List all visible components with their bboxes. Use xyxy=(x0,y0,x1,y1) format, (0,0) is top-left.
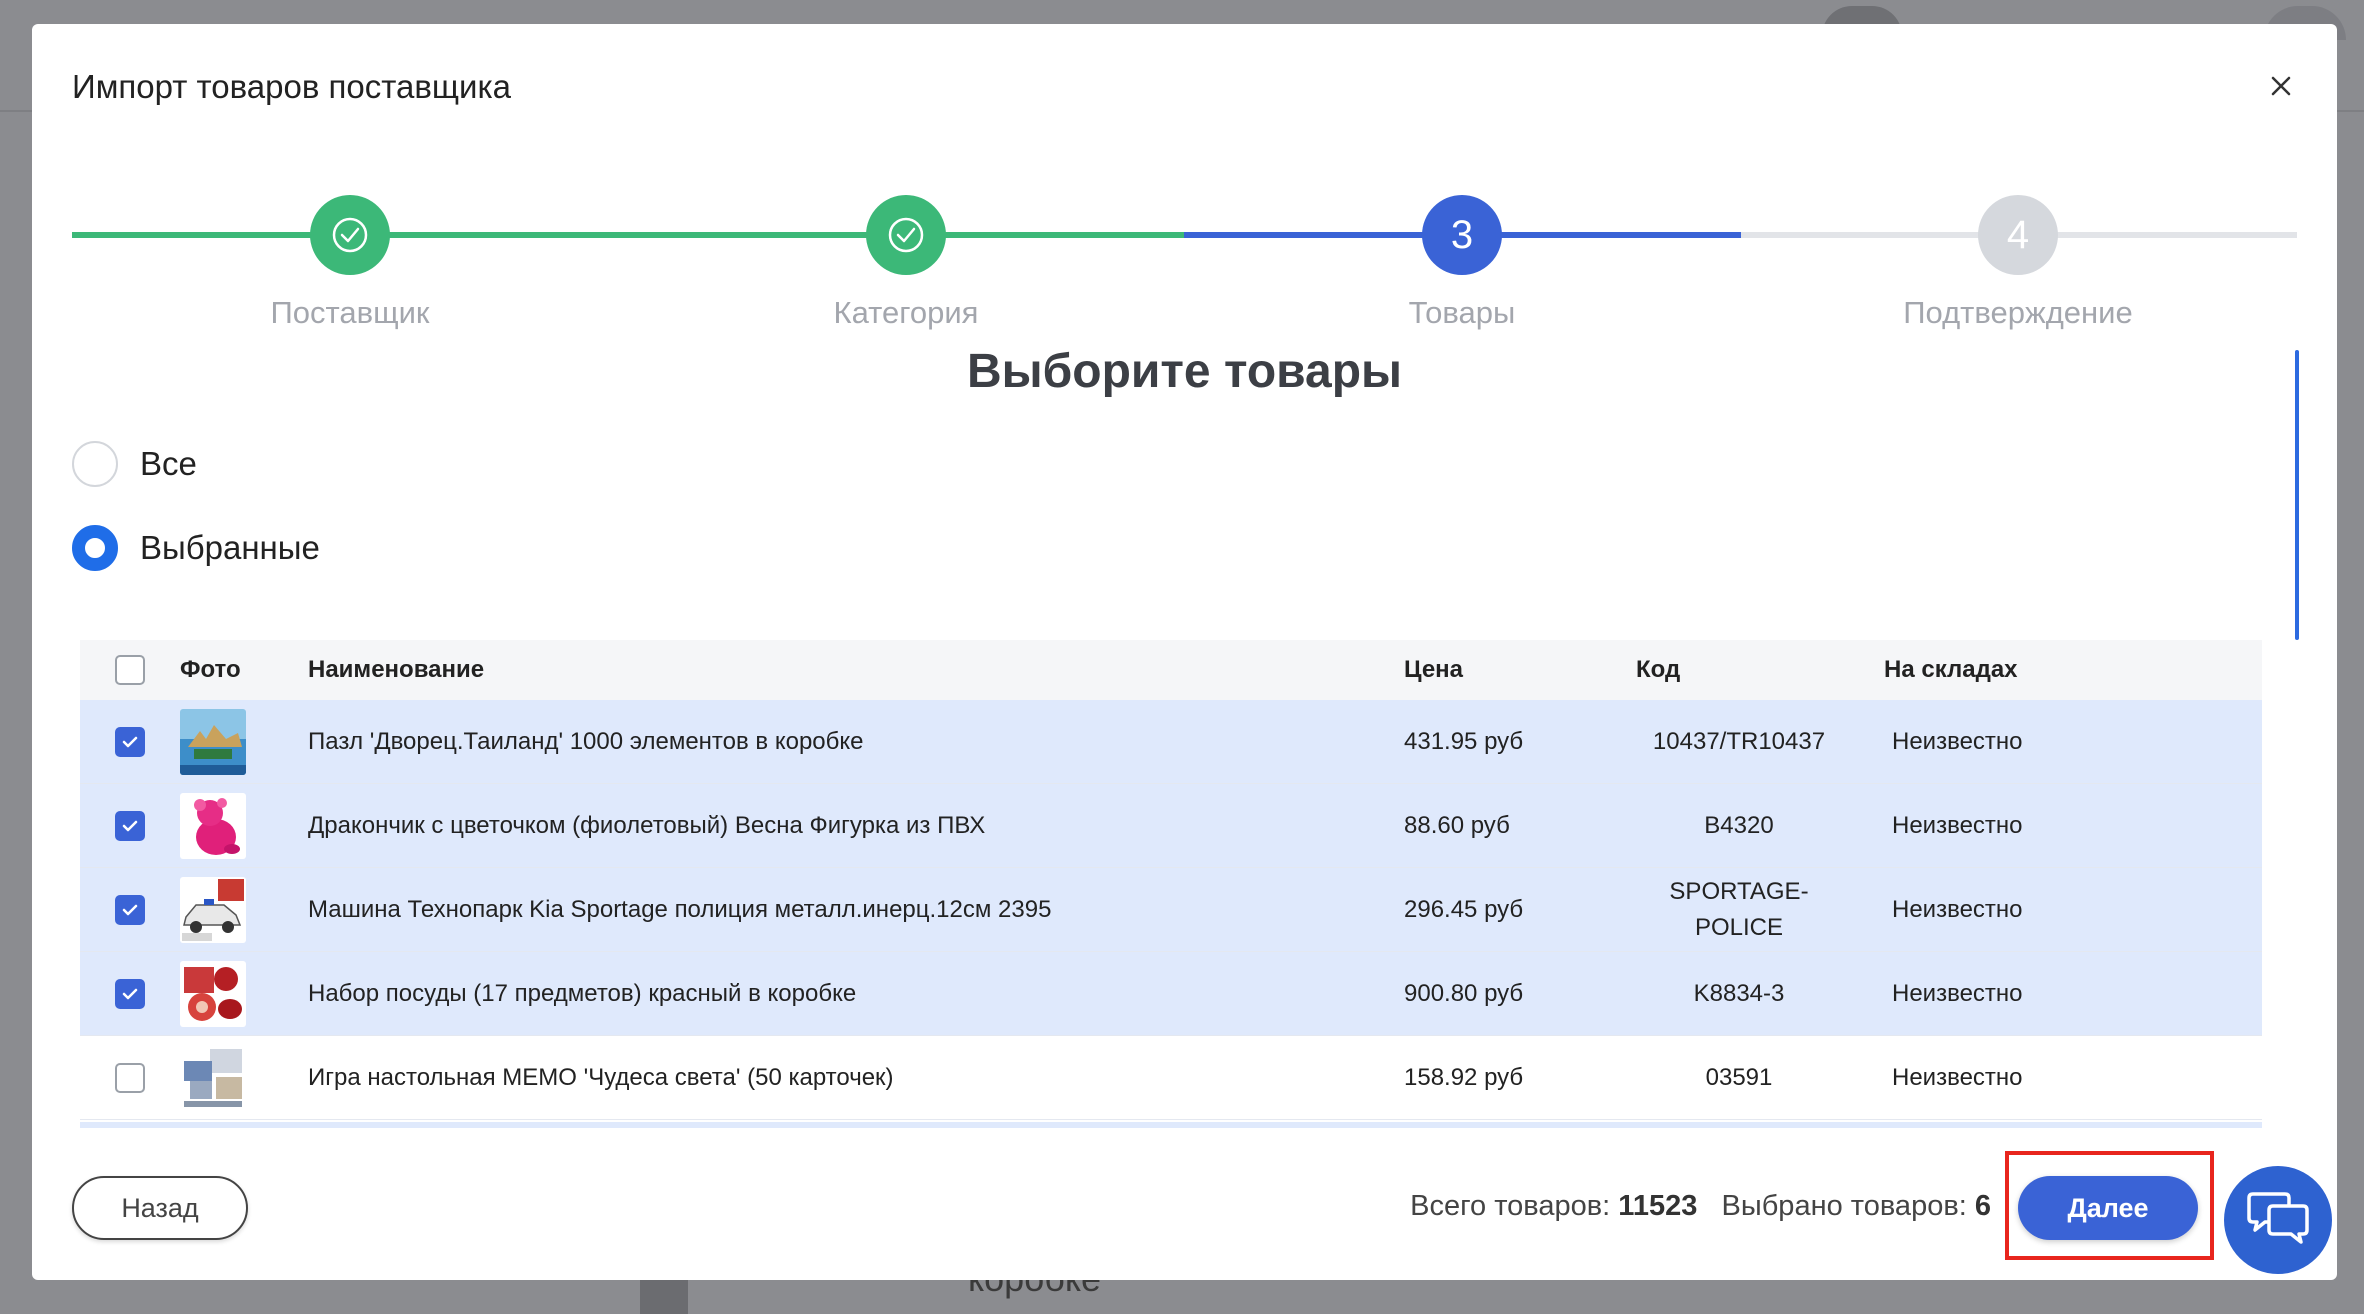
selected-count-value: 6 xyxy=(1974,1190,1991,1222)
puzzle-palace-photo xyxy=(180,708,246,775)
header-photo: Фото xyxy=(180,656,241,683)
step-done-circle xyxy=(310,195,390,275)
product-code: 10437/TR10437 xyxy=(1652,727,1826,755)
radio-selected[interactable]: Выбранные xyxy=(72,525,320,571)
radio-button[interactable] xyxy=(72,441,118,487)
header-code: Код xyxy=(1636,656,1681,683)
row-checkbox[interactable] xyxy=(115,810,145,841)
product-price: 158.92 руб xyxy=(1404,1063,1524,1091)
row-checkbox[interactable] xyxy=(115,726,145,757)
red-dish-set-photo xyxy=(180,960,246,1027)
highlight-box xyxy=(2005,1151,2214,1260)
checkmark-icon xyxy=(122,904,138,915)
selected-count-label: Выбрано товаров: xyxy=(1721,1190,1967,1222)
step-category: Категория xyxy=(706,170,1106,331)
check-circle-icon xyxy=(888,217,924,253)
product-name: Дракончик с цветочком (фиолетовый) Весна… xyxy=(308,811,986,839)
row-checkbox[interactable] xyxy=(115,1062,145,1093)
step-label: Поставщик xyxy=(270,295,430,330)
product-name: Набор посуды (17 предметов) красный в ко… xyxy=(308,979,857,1007)
product-code: B4320 xyxy=(1704,811,1774,839)
table-row[interactable]: Набор посуды (17 предметов) красный в ко… xyxy=(80,952,2262,1036)
chat-bubbles-icon xyxy=(2247,1192,2309,1244)
back-button[interactable]: Назад xyxy=(72,1176,248,1240)
step-confirmation: 4 Подтверждение xyxy=(1818,170,2218,331)
table-row[interactable]: Игра настольная МЕМО 'Чудеса света' (50 … xyxy=(80,1036,2262,1120)
table-row[interactable]: Машина Технопарк Kia Sportage полиция ме… xyxy=(80,868,2262,952)
products-table: Фото Наименование Цена Код На складах Па… xyxy=(80,640,2262,1120)
product-code: K8834-3 xyxy=(1693,979,1785,1007)
radio-button[interactable] xyxy=(72,525,118,571)
product-price: 900.80 руб xyxy=(1404,979,1524,1007)
checkmark-icon xyxy=(122,736,138,747)
total-value: 11523 xyxy=(1618,1190,1698,1222)
scrollbar[interactable] xyxy=(2295,350,2299,640)
step-done-circle xyxy=(866,195,946,275)
check-circle-icon xyxy=(332,217,368,253)
product-name: Пазл 'Дворец.Таиланд' 1000 элементов в к… xyxy=(308,727,864,755)
table-header: Фото Наименование Цена Код На складах xyxy=(80,640,2262,700)
police-car-toy-photo xyxy=(180,876,246,943)
step-supplier: Поставщик xyxy=(150,170,550,331)
import-modal: Импорт товаров поставщика Поставщик Кате… xyxy=(32,24,2337,1280)
product-stock: Неизвестно xyxy=(1892,811,2023,839)
total-label: Всего товаров: xyxy=(1410,1190,1611,1222)
product-stock: Неизвестно xyxy=(1892,895,2023,923)
row-checkbox[interactable] xyxy=(115,894,145,925)
close-icon xyxy=(2271,76,2291,96)
step-label: Товары xyxy=(1408,295,1516,330)
step-number: 3 xyxy=(1422,195,1502,275)
stepper: Поставщик Категория 3 Товары 4 Подтвержд… xyxy=(72,170,2297,330)
close-button[interactable] xyxy=(2261,66,2301,106)
background-image xyxy=(640,1278,688,1314)
product-name: Игра настольная МЕМО 'Чудеса света' (50 … xyxy=(308,1063,894,1091)
product-price: 431.95 руб xyxy=(1404,727,1524,755)
header-name: Наименование xyxy=(308,656,485,683)
product-stock: Неизвестно xyxy=(1892,1063,2023,1091)
step-label: Подтверждение xyxy=(1903,295,2133,330)
product-name: Машина Технопарк Kia Sportage полиция ме… xyxy=(308,895,1052,923)
radio-all[interactable]: Все xyxy=(72,441,197,487)
select-all-checkbox[interactable] xyxy=(115,655,145,685)
row-checkbox[interactable] xyxy=(115,978,145,1009)
product-stock: Неизвестно xyxy=(1892,979,2023,1007)
memo-cards-photo xyxy=(180,1044,246,1111)
step-label: Категория xyxy=(833,295,979,330)
checkmark-icon xyxy=(122,820,138,831)
product-price: 296.45 руб xyxy=(1404,895,1524,923)
header-price: Цена xyxy=(1404,656,1464,683)
table-row[interactable]: Пазл 'Дворец.Таиланд' 1000 элементов в к… xyxy=(80,700,2262,784)
product-code: 03591 xyxy=(1705,1063,1773,1091)
totals: Всего товаров: 11523 Выбрано товаров: 6 xyxy=(1410,1190,1991,1223)
radio-label: Все xyxy=(140,445,197,482)
checkmark-icon xyxy=(122,988,138,999)
step-number: 4 xyxy=(1978,195,2058,275)
header-stock: На складах xyxy=(1884,656,2018,683)
chat-button[interactable] xyxy=(2224,1166,2332,1274)
page-heading: Выборите товары xyxy=(966,345,1403,398)
product-code: SPORTAGE-POLICE xyxy=(1669,877,1809,941)
pink-dragon-figure-photo xyxy=(180,792,246,859)
table-next-row-edge xyxy=(80,1122,2262,1128)
modal-title: Импорт товаров поставщика xyxy=(72,68,512,105)
radio-label: Выбранные xyxy=(140,529,320,566)
product-stock: Неизвестно xyxy=(1892,727,2023,755)
step-products: 3 Товары xyxy=(1262,170,1662,331)
product-price: 88.60 руб xyxy=(1404,811,1510,839)
table-row[interactable]: Дракончик с цветочком (фиолетовый) Весна… xyxy=(80,784,2262,868)
